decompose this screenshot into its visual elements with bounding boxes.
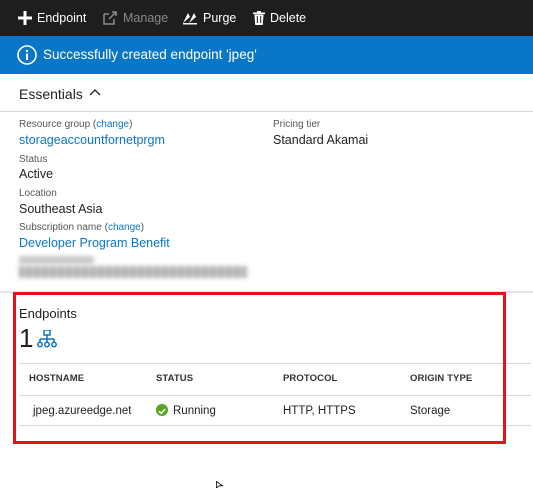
manage-button-label: Manage [123, 11, 169, 25]
location-value: Southeast Asia [19, 202, 103, 216]
external-link-icon [103, 11, 117, 25]
purge-icon [183, 13, 197, 25]
resource-group-value[interactable]: storageaccountfornetprgm [19, 133, 165, 147]
mouse-cursor-icon [216, 481, 224, 488]
chevron-up-icon[interactable] [89, 87, 101, 97]
resource-group-change-link[interactable]: change [96, 119, 129, 130]
subscription-value[interactable]: Developer Program Benefit [19, 236, 170, 250]
manage-button[interactable]: Manage [103, 0, 168, 36]
success-notification: Successfully created endpoint 'jpeg' [0, 36, 533, 74]
highlight-box [13, 292, 506, 444]
notification-message: Successfully created endpoint 'jpeg' [43, 47, 257, 62]
command-bar: Endpoint Manage Purge Delete [0, 0, 533, 36]
add-endpoint-button[interactable]: Endpoint [18, 0, 86, 36]
subscription-id-label-redacted [19, 256, 94, 264]
resource-group-label: Resource group (change) [19, 119, 133, 130]
delete-button[interactable]: Delete [253, 0, 306, 36]
location-label: Location [19, 188, 57, 199]
subscription-label: Subscription name (change) [19, 222, 145, 233]
subscription-id-value-redacted [19, 266, 247, 278]
plus-icon [18, 11, 32, 25]
subscription-change-link[interactable]: change [108, 222, 141, 233]
purge-button[interactable]: Purge [182, 0, 236, 36]
info-icon [17, 45, 37, 65]
trash-icon [253, 11, 265, 25]
status-label: Status [19, 154, 48, 165]
pricing-tier-value: Standard Akamai [273, 133, 369, 147]
purge-button-label: Purge [203, 11, 237, 25]
pricing-tier-label: Pricing tier [273, 119, 321, 130]
resource-group-label-text: Resource group [19, 119, 91, 130]
subscription-label-text: Subscription name [19, 222, 102, 233]
endpoint-button-label: Endpoint [37, 11, 87, 25]
essentials-header[interactable]: Essentials [0, 74, 533, 112]
essentials-title: Essentials [19, 86, 83, 102]
status-value: Active [19, 167, 54, 181]
delete-button-label: Delete [270, 11, 307, 25]
